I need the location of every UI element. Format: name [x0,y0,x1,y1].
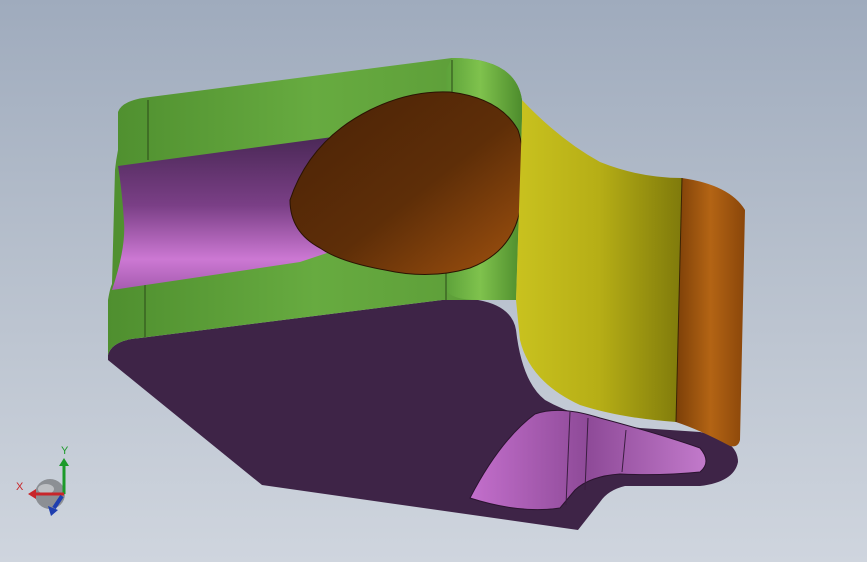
view-triad[interactable]: Y X [14,444,78,520]
y-axis-arrow-icon [59,458,69,466]
x-axis-arrow-icon [28,489,36,499]
graphics-viewport[interactable]: Y X [0,0,867,562]
y-axis-label: Y [61,445,69,457]
end-face[interactable] [676,178,745,447]
x-axis-label: X [16,481,24,493]
part-model[interactable] [0,0,867,562]
curved-face[interactable] [516,100,682,422]
